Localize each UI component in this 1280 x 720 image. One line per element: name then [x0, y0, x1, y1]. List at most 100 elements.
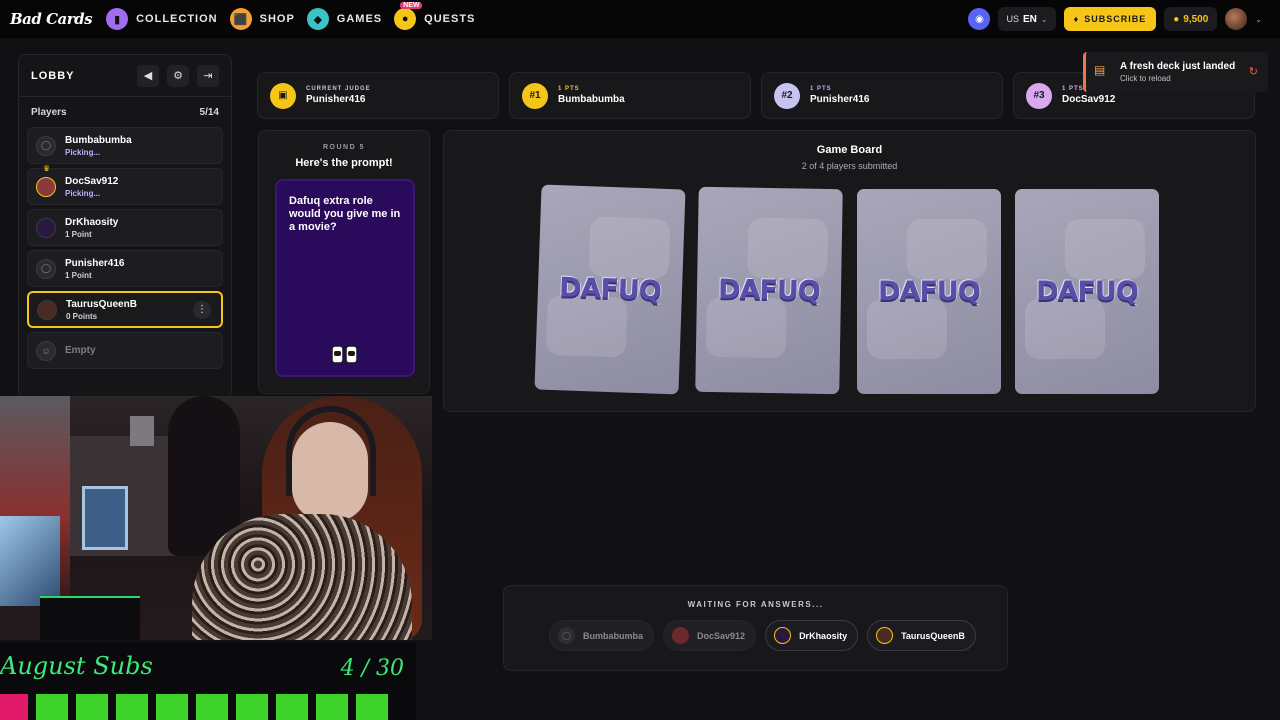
language-selector[interactable]: US EN ⌄	[998, 7, 1056, 31]
avatar	[36, 176, 56, 197]
toast-title: A fresh deck just landed	[1120, 61, 1236, 72]
lobby-header: LOBBY ◀ ⚙ ⇥	[19, 55, 231, 97]
empty-seat-icon: ☺	[36, 340, 56, 361]
chevron-down-icon[interactable]: ⌄	[1255, 15, 1262, 24]
card-word: DAFUQ	[878, 276, 981, 307]
rank-card: #1 1 PTS Bumbabumba	[509, 72, 751, 119]
nav-games[interactable]: ◆ GAMES	[306, 8, 382, 30]
sound-icon[interactable]: ◀	[137, 64, 159, 87]
games-icon: ◆	[306, 8, 329, 30]
answer-card[interactable]: DAFUQ	[857, 189, 1001, 394]
waiting-player-list: ◯ Bumbabumba DocSav912 DrKhaosity Taurus…	[549, 620, 976, 651]
bad-cards-logo[interactable]: Bad Cards	[10, 10, 93, 28]
score-name: Punisher416	[810, 94, 870, 105]
current-judge-card: ▣ CURRENT JUDGE Punisher416	[257, 72, 499, 119]
score-name: Bumbabumba	[558, 94, 625, 105]
shop-icon: ⬛	[229, 8, 252, 30]
top-navigation-bar: Bad Cards ▮ COLLECTION ⬛ SHOP ◆ GAMES ● …	[0, 0, 1280, 38]
player-row[interactable]: DrKhaosity 1 Point	[27, 209, 223, 246]
player-status: 1 Point	[65, 270, 92, 280]
progress-cell	[356, 694, 388, 720]
user-avatar[interactable]	[1225, 8, 1248, 30]
card-pattern	[907, 219, 987, 279]
score-label: 1 PTS	[558, 86, 580, 92]
submitted-player-chip: TaurusQueenB	[867, 620, 976, 651]
webcam-background	[130, 416, 154, 446]
discord-icon[interactable]: ◉	[968, 8, 991, 30]
prompt-text: Dafuq extra role would you give me in a …	[289, 195, 401, 233]
quests-icon: ● NEW	[394, 2, 423, 30]
nav-quests-label: QUESTS	[424, 13, 476, 25]
answer-card[interactable]: DAFUQ	[695, 186, 843, 395]
player-status: 0 Points	[66, 311, 98, 321]
waiting-title: WAITING FOR ANSWERS...	[687, 600, 824, 609]
nav-collection-label: COLLECTION	[136, 13, 218, 25]
settings-icon[interactable]: ⚙	[167, 64, 189, 87]
card-pattern	[747, 217, 829, 280]
more-options-icon[interactable]: ⋮	[193, 301, 211, 319]
crown-icon: ♛	[43, 164, 51, 173]
board-title: Game Board	[816, 144, 883, 156]
player-row-empty: ☺ Empty	[27, 332, 223, 369]
nav-shop[interactable]: ⬛ SHOP	[229, 8, 295, 30]
player-name: DocSav912	[65, 175, 119, 187]
answer-card[interactable]: DAFUQ	[534, 184, 686, 395]
subs-goal-count: 4 / 30	[340, 656, 404, 681]
players-header: Players 5/14	[19, 97, 231, 127]
webcam-monitor	[0, 516, 60, 606]
progress-cell	[276, 694, 308, 720]
avatar	[37, 299, 57, 320]
player-name: TaurusQueenB	[66, 298, 137, 310]
progress-cell	[196, 694, 228, 720]
toast-subtitle: Click to reload	[1120, 74, 1171, 83]
submitted-player-chip: DrKhaosity	[765, 620, 859, 651]
nav-quests[interactable]: ● NEW QUESTS	[394, 2, 476, 30]
keyboard	[40, 596, 140, 640]
leave-icon[interactable]: ⇥	[197, 64, 219, 87]
progress-cell	[116, 694, 148, 720]
player-status: 1 Point	[65, 229, 92, 239]
subscribe-button[interactable]: ♦ SUBSCRIBE	[1063, 7, 1157, 31]
card-pattern	[867, 299, 947, 359]
prompt-title: Here's the prompt!	[295, 157, 393, 169]
user-icon: ◯	[36, 135, 56, 156]
players-label: Players	[31, 106, 67, 118]
players-count: 5/14	[199, 106, 219, 118]
card-pattern	[588, 216, 671, 280]
new-badge: NEW	[400, 2, 423, 9]
player-row[interactable]: ◯ Punisher416 1 Point	[27, 250, 223, 287]
user-icon: ◯	[36, 258, 56, 279]
avatar	[672, 627, 690, 644]
player-name: Punisher416	[65, 257, 125, 269]
card-word: DAFUQ	[717, 274, 821, 307]
refresh-icon[interactable]: ↻	[1249, 65, 1258, 78]
diamond-icon: ♦	[1073, 14, 1080, 24]
language-code: EN	[1023, 13, 1037, 25]
player-name: Empty	[65, 345, 96, 356]
subs-goal-label: August Subs	[0, 652, 153, 680]
subs-goal-overlay: August Subs 4 / 30	[0, 642, 416, 720]
new-deck-toast[interactable]: ▤ A fresh deck just landed Click to relo…	[1083, 52, 1268, 92]
board-subtitle: 2 of 4 players submitted	[801, 161, 898, 171]
coin-balance[interactable]: ● 9,500	[1164, 7, 1218, 31]
waiting-panel: WAITING FOR ANSWERS... ◯ Bumbabumba DocS…	[503, 585, 1008, 671]
progress-cell	[0, 694, 28, 720]
headset	[286, 406, 376, 496]
player-row[interactable]: ♛ DocSav912 Picking...	[27, 164, 223, 205]
avatar	[36, 217, 56, 238]
top-right-controls: ◉ US EN ⌄ ♦ SUBSCRIBE ● 9,500 ⌄	[968, 7, 1262, 31]
collection-icon: ▮	[106, 8, 129, 30]
player-name: Bumbabumba	[65, 134, 132, 146]
nav-shop-label: SHOP	[259, 13, 295, 25]
player-row[interactable]: ◯ Bumbabumba Picking...	[27, 127, 223, 164]
judge-icon: ▣	[270, 82, 296, 109]
progress-cell	[236, 694, 268, 720]
rank-badge: #1	[522, 82, 548, 109]
progress-cell	[156, 694, 188, 720]
lobby-title: LOBBY	[31, 69, 75, 82]
webcam-figure-box	[82, 486, 128, 550]
nav-collection[interactable]: ▮ COLLECTION	[106, 8, 218, 30]
answer-card[interactable]: DAFUQ	[1015, 189, 1159, 394]
waiting-player-chip: DocSav912	[663, 620, 757, 651]
player-row-self[interactable]: TaurusQueenB 0 Points ⋮	[27, 291, 223, 328]
